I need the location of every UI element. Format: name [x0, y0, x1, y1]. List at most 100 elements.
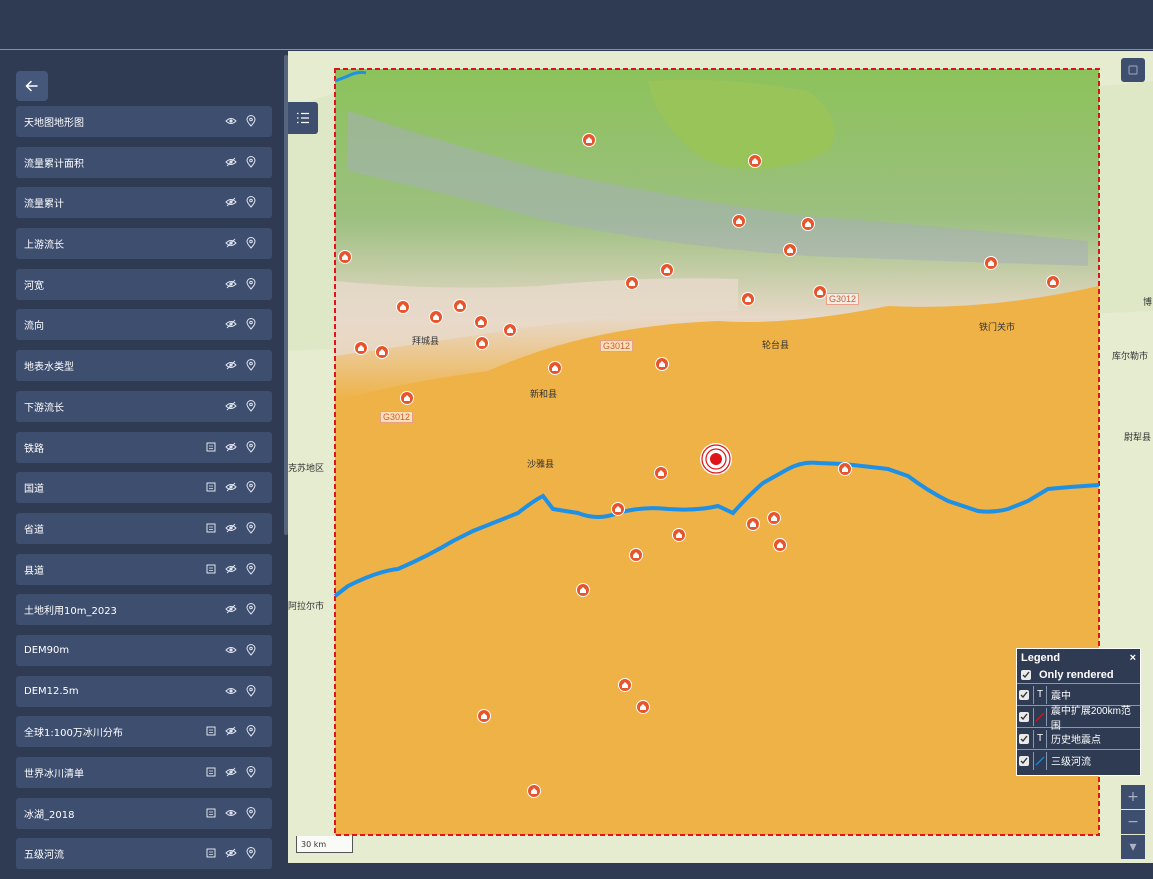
legend-item-checkbox[interactable]	[1019, 755, 1029, 766]
history-quake-marker[interactable]	[474, 315, 488, 329]
layer-item[interactable]: 省道	[16, 512, 272, 544]
locate-pin-icon[interactable]	[244, 724, 258, 738]
locate-pin-icon[interactable]	[244, 440, 258, 454]
eye-off-icon[interactable]	[224, 724, 238, 738]
locate-pin-icon[interactable]	[244, 521, 258, 535]
eye-off-icon[interactable]	[224, 440, 238, 454]
legend-item-checkbox[interactable]	[1019, 711, 1029, 722]
expand-down-button[interactable]: ▾	[1121, 835, 1145, 859]
eye-icon[interactable]	[224, 806, 238, 820]
history-quake-marker[interactable]	[741, 292, 755, 306]
history-quake-marker[interactable]	[354, 341, 368, 355]
legend-close-button[interactable]: ×	[1130, 652, 1136, 664]
layer-panel-toggle-button[interactable]	[288, 102, 318, 134]
locate-pin-icon[interactable]	[244, 236, 258, 250]
eye-off-icon[interactable]	[224, 765, 238, 779]
locate-pin-icon[interactable]	[244, 562, 258, 576]
eye-off-icon[interactable]	[224, 195, 238, 209]
attribute-table-icon[interactable]	[204, 724, 218, 738]
eye-off-icon[interactable]	[224, 317, 238, 331]
locate-pin-icon[interactable]	[244, 684, 258, 698]
locate-pin-icon[interactable]	[244, 765, 258, 779]
eye-off-icon[interactable]	[224, 277, 238, 291]
history-quake-marker[interactable]	[453, 299, 467, 313]
eye-icon[interactable]	[224, 684, 238, 698]
history-quake-marker[interactable]	[611, 502, 625, 516]
layer-item[interactable]: 国道	[16, 472, 272, 504]
history-quake-marker[interactable]	[636, 700, 650, 714]
layer-item[interactable]: DEM90m	[16, 634, 272, 666]
attribute-table-icon[interactable]	[204, 806, 218, 820]
layer-item[interactable]: 五级河流	[16, 838, 272, 870]
locate-pin-icon[interactable]	[244, 399, 258, 413]
history-quake-marker[interactable]	[400, 391, 414, 405]
history-quake-marker[interactable]	[396, 300, 410, 314]
history-quake-marker[interactable]	[477, 709, 491, 723]
eye-icon[interactable]	[224, 643, 238, 657]
history-quake-marker[interactable]	[576, 583, 590, 597]
layer-item[interactable]: 天地图地形图	[16, 106, 272, 137]
attribute-table-icon[interactable]	[204, 846, 218, 860]
eye-off-icon[interactable]	[224, 236, 238, 250]
locate-pin-icon[interactable]	[244, 155, 258, 169]
history-quake-marker[interactable]	[655, 357, 669, 371]
locate-pin-icon[interactable]	[244, 846, 258, 860]
layer-item[interactable]: 全球1:100万冰川分布	[16, 716, 272, 748]
layer-item[interactable]: 县道	[16, 553, 272, 585]
eye-icon[interactable]	[224, 114, 238, 128]
zoom-out-button[interactable]: −	[1121, 810, 1145, 834]
zoom-in-button[interactable]: +	[1121, 785, 1145, 809]
history-quake-marker[interactable]	[429, 310, 443, 324]
history-quake-marker[interactable]	[783, 243, 797, 257]
history-quake-marker[interactable]	[801, 217, 815, 231]
layer-item[interactable]: 世界冰川清单	[16, 757, 272, 788]
history-quake-marker[interactable]	[654, 466, 668, 480]
eye-off-icon[interactable]	[224, 358, 238, 372]
layer-item[interactable]: 下游流长	[16, 390, 272, 422]
history-quake-marker[interactable]	[475, 336, 489, 350]
attribute-table-icon[interactable]	[204, 562, 218, 576]
history-quake-marker[interactable]	[625, 276, 639, 290]
history-quake-marker[interactable]	[618, 678, 632, 692]
history-quake-marker[interactable]	[838, 462, 852, 476]
eye-off-icon[interactable]	[224, 562, 238, 576]
layer-item[interactable]: 冰湖_2018	[16, 797, 272, 829]
locate-pin-icon[interactable]	[244, 480, 258, 494]
layer-item[interactable]: 铁路	[16, 431, 272, 463]
locate-pin-icon[interactable]	[244, 277, 258, 291]
locate-pin-icon[interactable]	[244, 643, 258, 657]
epicenter-marker[interactable]	[700, 443, 732, 475]
history-quake-marker[interactable]	[527, 784, 541, 798]
locate-pin-icon[interactable]	[244, 358, 258, 372]
history-quake-marker[interactable]	[629, 548, 643, 562]
only-rendered-checkbox[interactable]	[1021, 669, 1031, 680]
history-quake-marker[interactable]	[338, 250, 352, 264]
eye-off-icon[interactable]	[224, 155, 238, 169]
layer-item[interactable]: 流量累计	[16, 187, 272, 219]
locate-pin-icon[interactable]	[244, 114, 258, 128]
history-quake-marker[interactable]	[548, 361, 562, 375]
basemap-button[interactable]	[1121, 58, 1145, 82]
layer-item[interactable]: 河宽	[16, 268, 272, 300]
eye-off-icon[interactable]	[224, 602, 238, 616]
layer-item[interactable]: 流向	[16, 309, 272, 341]
layer-item[interactable]: 土地利用10m_2023	[16, 594, 272, 626]
attribute-table-icon[interactable]	[204, 765, 218, 779]
legend-item-checkbox[interactable]	[1019, 733, 1029, 744]
history-quake-marker[interactable]	[767, 511, 781, 525]
history-quake-marker[interactable]	[672, 528, 686, 542]
legend-item-checkbox[interactable]	[1019, 689, 1029, 700]
history-quake-marker[interactable]	[660, 263, 674, 277]
locate-pin-icon[interactable]	[244, 317, 258, 331]
layer-item[interactable]: 流量累计面积	[16, 146, 272, 178]
history-quake-marker[interactable]	[746, 517, 760, 531]
eye-off-icon[interactable]	[224, 480, 238, 494]
history-quake-marker[interactable]	[375, 345, 389, 359]
history-quake-marker[interactable]	[1046, 275, 1060, 289]
eye-off-icon[interactable]	[224, 521, 238, 535]
layer-item[interactable]: 地表水类型	[16, 350, 272, 382]
back-button[interactable]	[16, 71, 48, 101]
locate-pin-icon[interactable]	[244, 195, 258, 209]
history-quake-marker[interactable]	[732, 214, 746, 228]
locate-pin-icon[interactable]	[244, 806, 258, 820]
